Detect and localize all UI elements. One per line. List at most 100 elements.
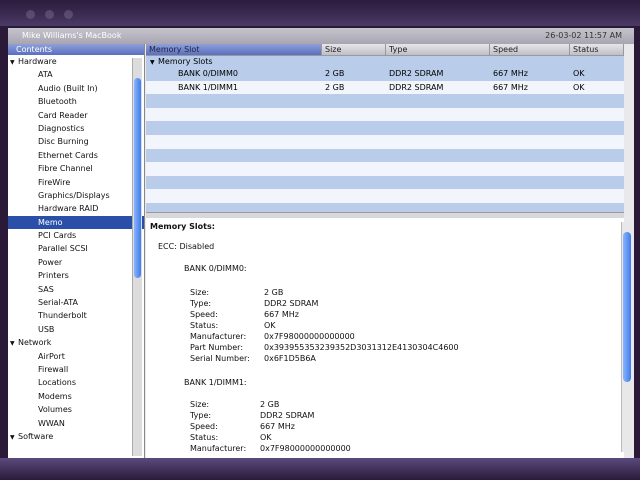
sidebar-item[interactable]: Modems xyxy=(8,390,144,403)
table-group-row[interactable]: ▼ Memory Slots xyxy=(146,56,624,67)
pointer-cursor-icon: ➤ xyxy=(66,250,75,261)
sidebar-item[interactable]: USB xyxy=(8,323,144,336)
table-row[interactable]: BANK 0/DIMM0 2 GB DDR2 SDRAM 667 MHz OK xyxy=(146,67,624,81)
contents-tree: ▼ Hardware ATA Audio (Built In) Bluetooth Car… xyxy=(8,55,144,443)
table-header: Memory Slot Size Type Speed Status xyxy=(146,44,624,56)
column-header-speed[interactable]: Speed xyxy=(490,44,570,55)
field-value: OK xyxy=(264,321,276,330)
sidebar-item-label: Audio (Built In) xyxy=(38,83,98,93)
zoom-dot-icon[interactable] xyxy=(64,10,73,19)
sidebar-item-label: Graphics/Displays xyxy=(38,190,110,200)
empty-row xyxy=(146,148,624,163)
system-profiler-window: Mike Williams's MacBook 26-03-02 11:57 A… xyxy=(8,28,634,458)
column-header-status[interactable]: Status xyxy=(570,44,624,55)
sidebar-item[interactable]: Graphics/Displays xyxy=(8,189,144,202)
sidebar-item-label: Locations xyxy=(38,378,77,388)
sidebar-item[interactable]: Parallel SCSI xyxy=(8,242,144,255)
sidebar-item[interactable]: Diagnostics xyxy=(8,122,144,135)
sidebar-category[interactable]: ▼ Hardware xyxy=(8,55,144,68)
empty-row xyxy=(146,134,624,149)
sidebar-item-label: WWAN xyxy=(38,418,65,428)
sidebar-item-label: USB xyxy=(38,324,55,334)
field-value: DDR2 SDRAM xyxy=(260,411,315,420)
sidebar-item-label: Ethernet Cards xyxy=(38,150,98,160)
disclosure-triangle-icon[interactable]: ▼ xyxy=(10,56,18,69)
field-value: 0x6F1D5B6A xyxy=(264,354,316,363)
field-label: Status: xyxy=(190,321,219,330)
sidebar-item-label: Software xyxy=(18,431,54,441)
sidebar-item-label: Hardware xyxy=(18,57,57,66)
field-label: Size: xyxy=(190,400,210,409)
field-label: Speed: xyxy=(190,422,218,431)
sidebar-item-label: Power xyxy=(38,257,63,267)
sidebar-item[interactable]: Bluetooth xyxy=(8,95,144,108)
sidebar-item[interactable]: AirPort xyxy=(8,350,144,363)
detail-title: Memory Slots: xyxy=(150,222,215,231)
sidebar-item-label: Hardware RAID xyxy=(38,204,99,214)
field-label: Status: xyxy=(190,433,219,442)
sidebar-item[interactable]: FireWire xyxy=(8,176,144,189)
sidebar-item[interactable]: Fibre Channel xyxy=(8,162,144,175)
sidebar-item[interactable]: Memo xyxy=(8,215,144,230)
sidebar-item-label: FireWire xyxy=(38,177,71,187)
field-label: Speed: xyxy=(190,310,218,319)
column-header-size[interactable]: Size xyxy=(322,44,386,55)
sidebar-item[interactable]: Locations xyxy=(8,376,144,389)
disclosure-triangle-icon[interactable]: ▼ xyxy=(10,337,18,350)
sidebar-item[interactable]: ATA xyxy=(8,68,144,81)
sidebar-scroll-thumb[interactable] xyxy=(134,78,141,278)
screen-bezel-bottom xyxy=(0,458,640,480)
sidebar-item[interactable]: Power xyxy=(8,256,144,269)
sidebar-item-label: Serial-ATA xyxy=(38,298,78,308)
detail-scroll-thumb[interactable] xyxy=(623,232,631,382)
sidebar-item-label: Memo xyxy=(38,217,63,227)
sidebar-item[interactable]: Serial-ATA xyxy=(8,296,144,309)
window-titlebar: Mike Williams's MacBook 26-03-02 11:57 A… xyxy=(8,28,634,44)
sidebar-item[interactable]: PCI Cards xyxy=(8,229,144,242)
sidebar-item[interactable]: Volumes xyxy=(8,403,144,416)
detail-scrollbar[interactable] xyxy=(621,222,632,452)
sidebar-item[interactable]: Audio (Built In) xyxy=(8,82,144,95)
empty-row xyxy=(146,107,624,122)
bank-0-title: BANK 0/DIMM0: xyxy=(184,264,247,273)
sidebar-item[interactable]: WWAN xyxy=(8,417,144,430)
sidebar-item[interactable]: Thunderbolt xyxy=(8,309,144,322)
sidebar-item[interactable]: Printers xyxy=(8,269,144,282)
sidebar-item[interactable]: SAS xyxy=(8,283,144,296)
sidebar-category[interactable]: ▼ Software xyxy=(8,430,144,443)
field-label: Part Number: xyxy=(190,343,244,352)
empty-row xyxy=(146,121,624,135)
sidebar-item[interactable]: Disc Burning xyxy=(8,135,144,148)
sidebar-item-label: PCI Cards xyxy=(38,231,77,241)
column-header-memory-slot[interactable]: Memory Slot xyxy=(146,44,322,55)
sidebar-item[interactable]: Ethernet Cards xyxy=(8,149,144,162)
window-traffic-lights[interactable] xyxy=(26,10,73,19)
field-value: 2 GB xyxy=(264,288,284,297)
cell-speed: 667 MHz xyxy=(493,82,528,92)
sidebar-item-label: Parallel SCSI xyxy=(38,244,88,254)
empty-row xyxy=(146,189,624,203)
field-label: Serial Number: xyxy=(190,354,250,363)
sidebar-category[interactable]: ▼ Network xyxy=(8,336,144,349)
empty-row xyxy=(146,94,624,108)
sidebar-scrollbar[interactable] xyxy=(132,58,142,456)
field-value: 667 MHz xyxy=(264,310,299,319)
sidebar-item-label: SAS xyxy=(38,284,54,294)
sidebar-item[interactable]: Firewall xyxy=(8,363,144,376)
field-label: Manufacturer: xyxy=(190,444,247,453)
sidebar-item-label: Modems xyxy=(38,391,72,401)
disclosure-triangle-icon[interactable]: ▼ xyxy=(10,431,18,444)
sidebar-header: Contents xyxy=(8,44,144,55)
field-value: 0x7F98000000000000 xyxy=(260,444,351,453)
field-label: Size: xyxy=(190,288,210,297)
field-value: 2 GB xyxy=(260,400,280,409)
sidebar-item[interactable]: Hardware RAID xyxy=(8,202,144,215)
column-header-type[interactable]: Type xyxy=(386,44,490,55)
cell-speed: 667 MHz xyxy=(493,69,528,78)
main-pane: Memory Slot Size Type Speed Status ▼ Memo… xyxy=(146,44,634,458)
cell-status: OK xyxy=(573,82,585,92)
table-row[interactable]: BANK 1/DIMM1 2 GB DDR2 SDRAM 667 MHz OK xyxy=(146,80,624,95)
minimize-dot-icon[interactable] xyxy=(45,10,54,19)
sidebar-item[interactable]: Card Reader xyxy=(8,109,144,122)
close-dot-icon[interactable] xyxy=(26,10,35,19)
